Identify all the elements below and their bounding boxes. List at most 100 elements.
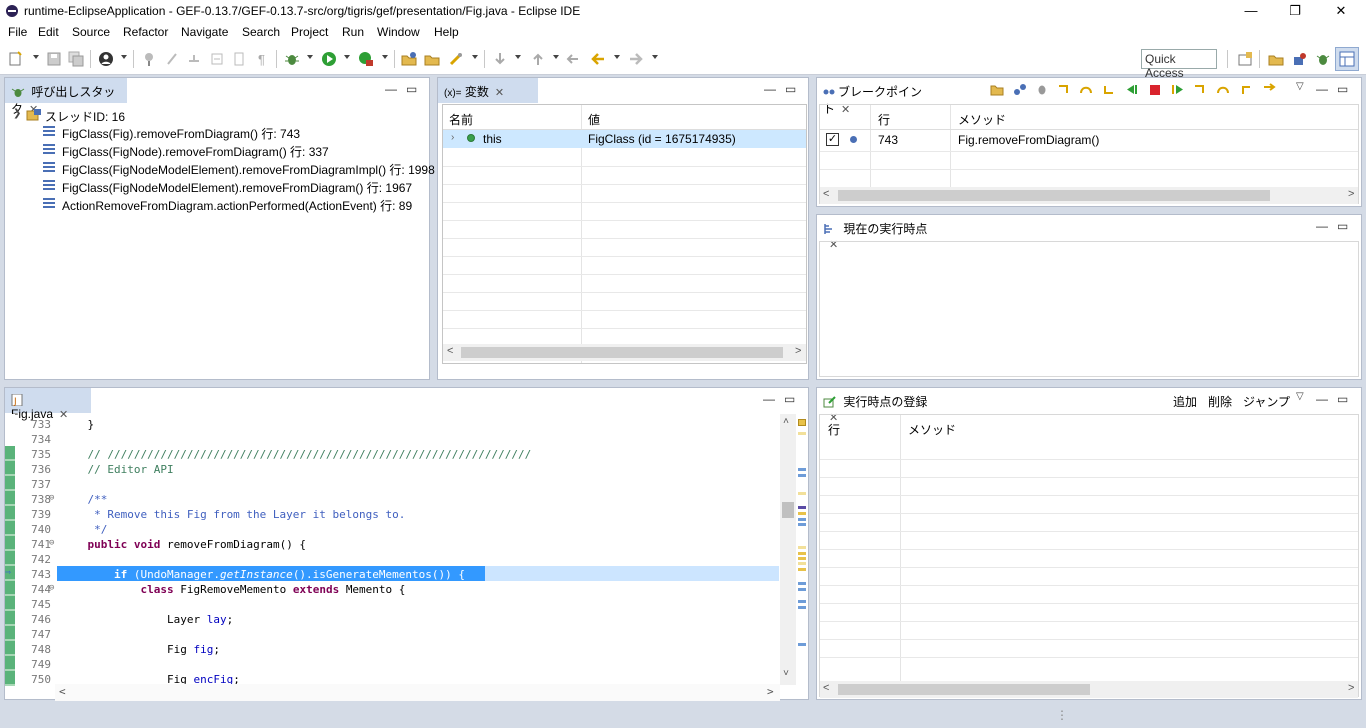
stack-frame[interactable]: FigClass(FigNodeModelElement).removeFrom… (62, 161, 435, 178)
scroll-thumb[interactable] (461, 347, 783, 358)
overview-marker[interactable] (798, 518, 806, 521)
scroll-right-icon[interactable]: > (1348, 188, 1354, 200)
overview-warning-marker[interactable] (798, 419, 806, 426)
scroll-left-icon[interactable]: < (59, 685, 66, 698)
add-button[interactable]: 追加 (1173, 393, 1197, 410)
stack-frame[interactable]: FigClass(Fig).removeFromDiagram() 行: 743 (62, 125, 300, 142)
overview-marker[interactable] (798, 600, 806, 603)
variables-hscrollbar[interactable]: < > (443, 344, 806, 361)
java-perspective-icon[interactable] (1292, 51, 1308, 67)
jump-button[interactable]: ジャンプ (1243, 393, 1290, 410)
scroll-thumb[interactable] (838, 684, 1090, 695)
overview-occurrence-marker[interactable] (798, 562, 806, 565)
resume-back-icon[interactable] (1124, 83, 1138, 96)
menu-window[interactable]: Window (377, 25, 420, 39)
run-to-line-icon[interactable] (1262, 83, 1276, 96)
menu-navigate[interactable]: Navigate (181, 25, 228, 39)
col-header-method[interactable]: メソッド (908, 421, 956, 438)
col-header-name[interactable]: 名前 (449, 111, 473, 128)
col-header-value[interactable]: 値 (588, 111, 600, 128)
menu-help[interactable]: Help (434, 25, 459, 39)
tab-current-exec[interactable]: 現在の実行時点✕ (817, 215, 947, 251)
editor-vscrollbar[interactable]: ˄ ˅ (780, 414, 796, 685)
stack-frame[interactable]: ActionRemoveFromDiagram.actionPerformed(… (62, 197, 412, 214)
overview-marker[interactable] (798, 582, 806, 585)
scroll-right-icon[interactable]: > (1348, 682, 1354, 694)
custom-perspective-icon[interactable] (1339, 51, 1355, 67)
menu-search[interactable]: Search (242, 25, 280, 39)
tab-call-stack[interactable]: 呼び出しスタック ✕ (5, 78, 127, 116)
breakpoints-min-max[interactable]: —▭ (1316, 82, 1357, 96)
open-type-icon[interactable] (448, 51, 464, 67)
tab-exec-register[interactable]: 実行時点の登録✕ (817, 388, 947, 424)
scroll-up-icon[interactable]: ˄ (783, 416, 789, 428)
forward-icon[interactable] (628, 51, 644, 67)
debug-dropdown-arrow-icon[interactable] (307, 55, 313, 59)
last-edit-location-icon[interactable] (566, 51, 582, 67)
fold-collapse-icon[interactable]: ⊖ (49, 583, 54, 593)
overview-occurrence-marker[interactable] (798, 432, 806, 435)
breakpoints-hscrollbar[interactable]: < > (820, 187, 1358, 204)
scroll-left-icon[interactable]: < (447, 345, 453, 357)
view-menu-chevron-icon[interactable]: ▽ (1296, 391, 1304, 402)
profile-dropdown-arrow-icon[interactable] (121, 55, 127, 59)
col-header-method[interactable]: メソッド (958, 111, 1006, 128)
exec-register-hscrollbar[interactable]: < > (820, 681, 1358, 698)
menu-run[interactable]: Run (342, 25, 364, 39)
external-tools-dropdown-arrow-icon[interactable] (382, 55, 388, 59)
pilcrow-icon[interactable]: ¶ (258, 52, 265, 67)
view-menu-chevron-icon[interactable]: ▽ (1296, 81, 1304, 92)
step-into-icon[interactable] (1057, 83, 1071, 96)
overview-occurrence-marker[interactable] (798, 557, 806, 560)
overview-marker[interactable] (798, 606, 806, 609)
editor-hscrollbar[interactable]: < > (55, 684, 780, 701)
new-java-project-icon[interactable] (401, 51, 417, 67)
menu-source[interactable]: Source (72, 25, 110, 39)
call-stack-min-max[interactable]: —▭ (385, 82, 426, 96)
resume-icon[interactable] (1171, 83, 1185, 96)
save-icon[interactable] (46, 51, 62, 67)
debug-icon[interactable] (284, 51, 300, 67)
step-over-forward-icon[interactable] (1216, 83, 1230, 96)
variables-min-max[interactable]: —▭ (764, 82, 805, 96)
menu-refactor[interactable]: Refactor (123, 25, 168, 39)
open-breakpoint-folder-icon[interactable] (990, 83, 1004, 96)
overview-occurrence-marker[interactable] (798, 546, 806, 549)
quick-access-field[interactable]: Quick Access (1141, 49, 1217, 80)
skip-breakpoints-icon[interactable] (141, 51, 157, 67)
code-editor[interactable]: ⇒ 733 734 735 736 737 738 ⊖ 739 740 741 … (5, 414, 808, 701)
menu-project[interactable]: Project (291, 25, 328, 39)
delete-button[interactable]: 削除 (1208, 393, 1232, 410)
overview-marker[interactable] (798, 506, 806, 509)
next-annotation-dropdown-arrow-icon[interactable] (515, 55, 521, 59)
profile-icon[interactable] (98, 51, 114, 67)
terminate-relaunch-icon[interactable] (164, 51, 180, 67)
minimize-button[interactable]: — (1228, 0, 1274, 22)
scroll-thumb[interactable] (838, 190, 1270, 201)
next-annotation-icon[interactable] (492, 51, 508, 67)
run-dropdown-arrow-icon[interactable] (344, 55, 350, 59)
step-out-icon[interactable] (1239, 83, 1253, 96)
back-dropdown-arrow-icon[interactable] (614, 55, 620, 59)
variable-row[interactable]: › this FigClass (id = 1675174935) (443, 130, 806, 148)
overview-occurrence-marker[interactable] (798, 492, 806, 495)
overview-occurrence-marker[interactable] (798, 552, 806, 555)
scroll-down-icon[interactable]: ˅ (783, 668, 789, 680)
step-over-icon[interactable] (1079, 83, 1093, 96)
debug-perspective-icon[interactable] (1315, 51, 1331, 67)
terminate-icon[interactable] (1148, 83, 1162, 96)
previous-annotation-icon[interactable] (530, 51, 546, 67)
fold-collapse-icon[interactable]: ⊖ (49, 538, 54, 548)
open-perspective-icon[interactable] (1237, 51, 1253, 67)
breakpoint-enabled-checkbox[interactable]: ✓ (826, 133, 839, 146)
run-icon[interactable] (321, 51, 337, 67)
debug-bug-icon[interactable] (1035, 83, 1049, 96)
scroll-left-icon[interactable]: < (823, 682, 829, 694)
previous-annotation-dropdown-arrow-icon[interactable] (553, 55, 559, 59)
open-folder-icon[interactable] (424, 51, 440, 67)
tab-breakpoints[interactable]: ブレークポイント ✕ (817, 78, 937, 116)
scroll-right-icon[interactable]: > (767, 685, 774, 698)
overview-marker[interactable] (798, 523, 806, 526)
new-dropdown-arrow-icon[interactable] (33, 55, 39, 59)
overview-occurrence-marker[interactable] (798, 512, 806, 515)
